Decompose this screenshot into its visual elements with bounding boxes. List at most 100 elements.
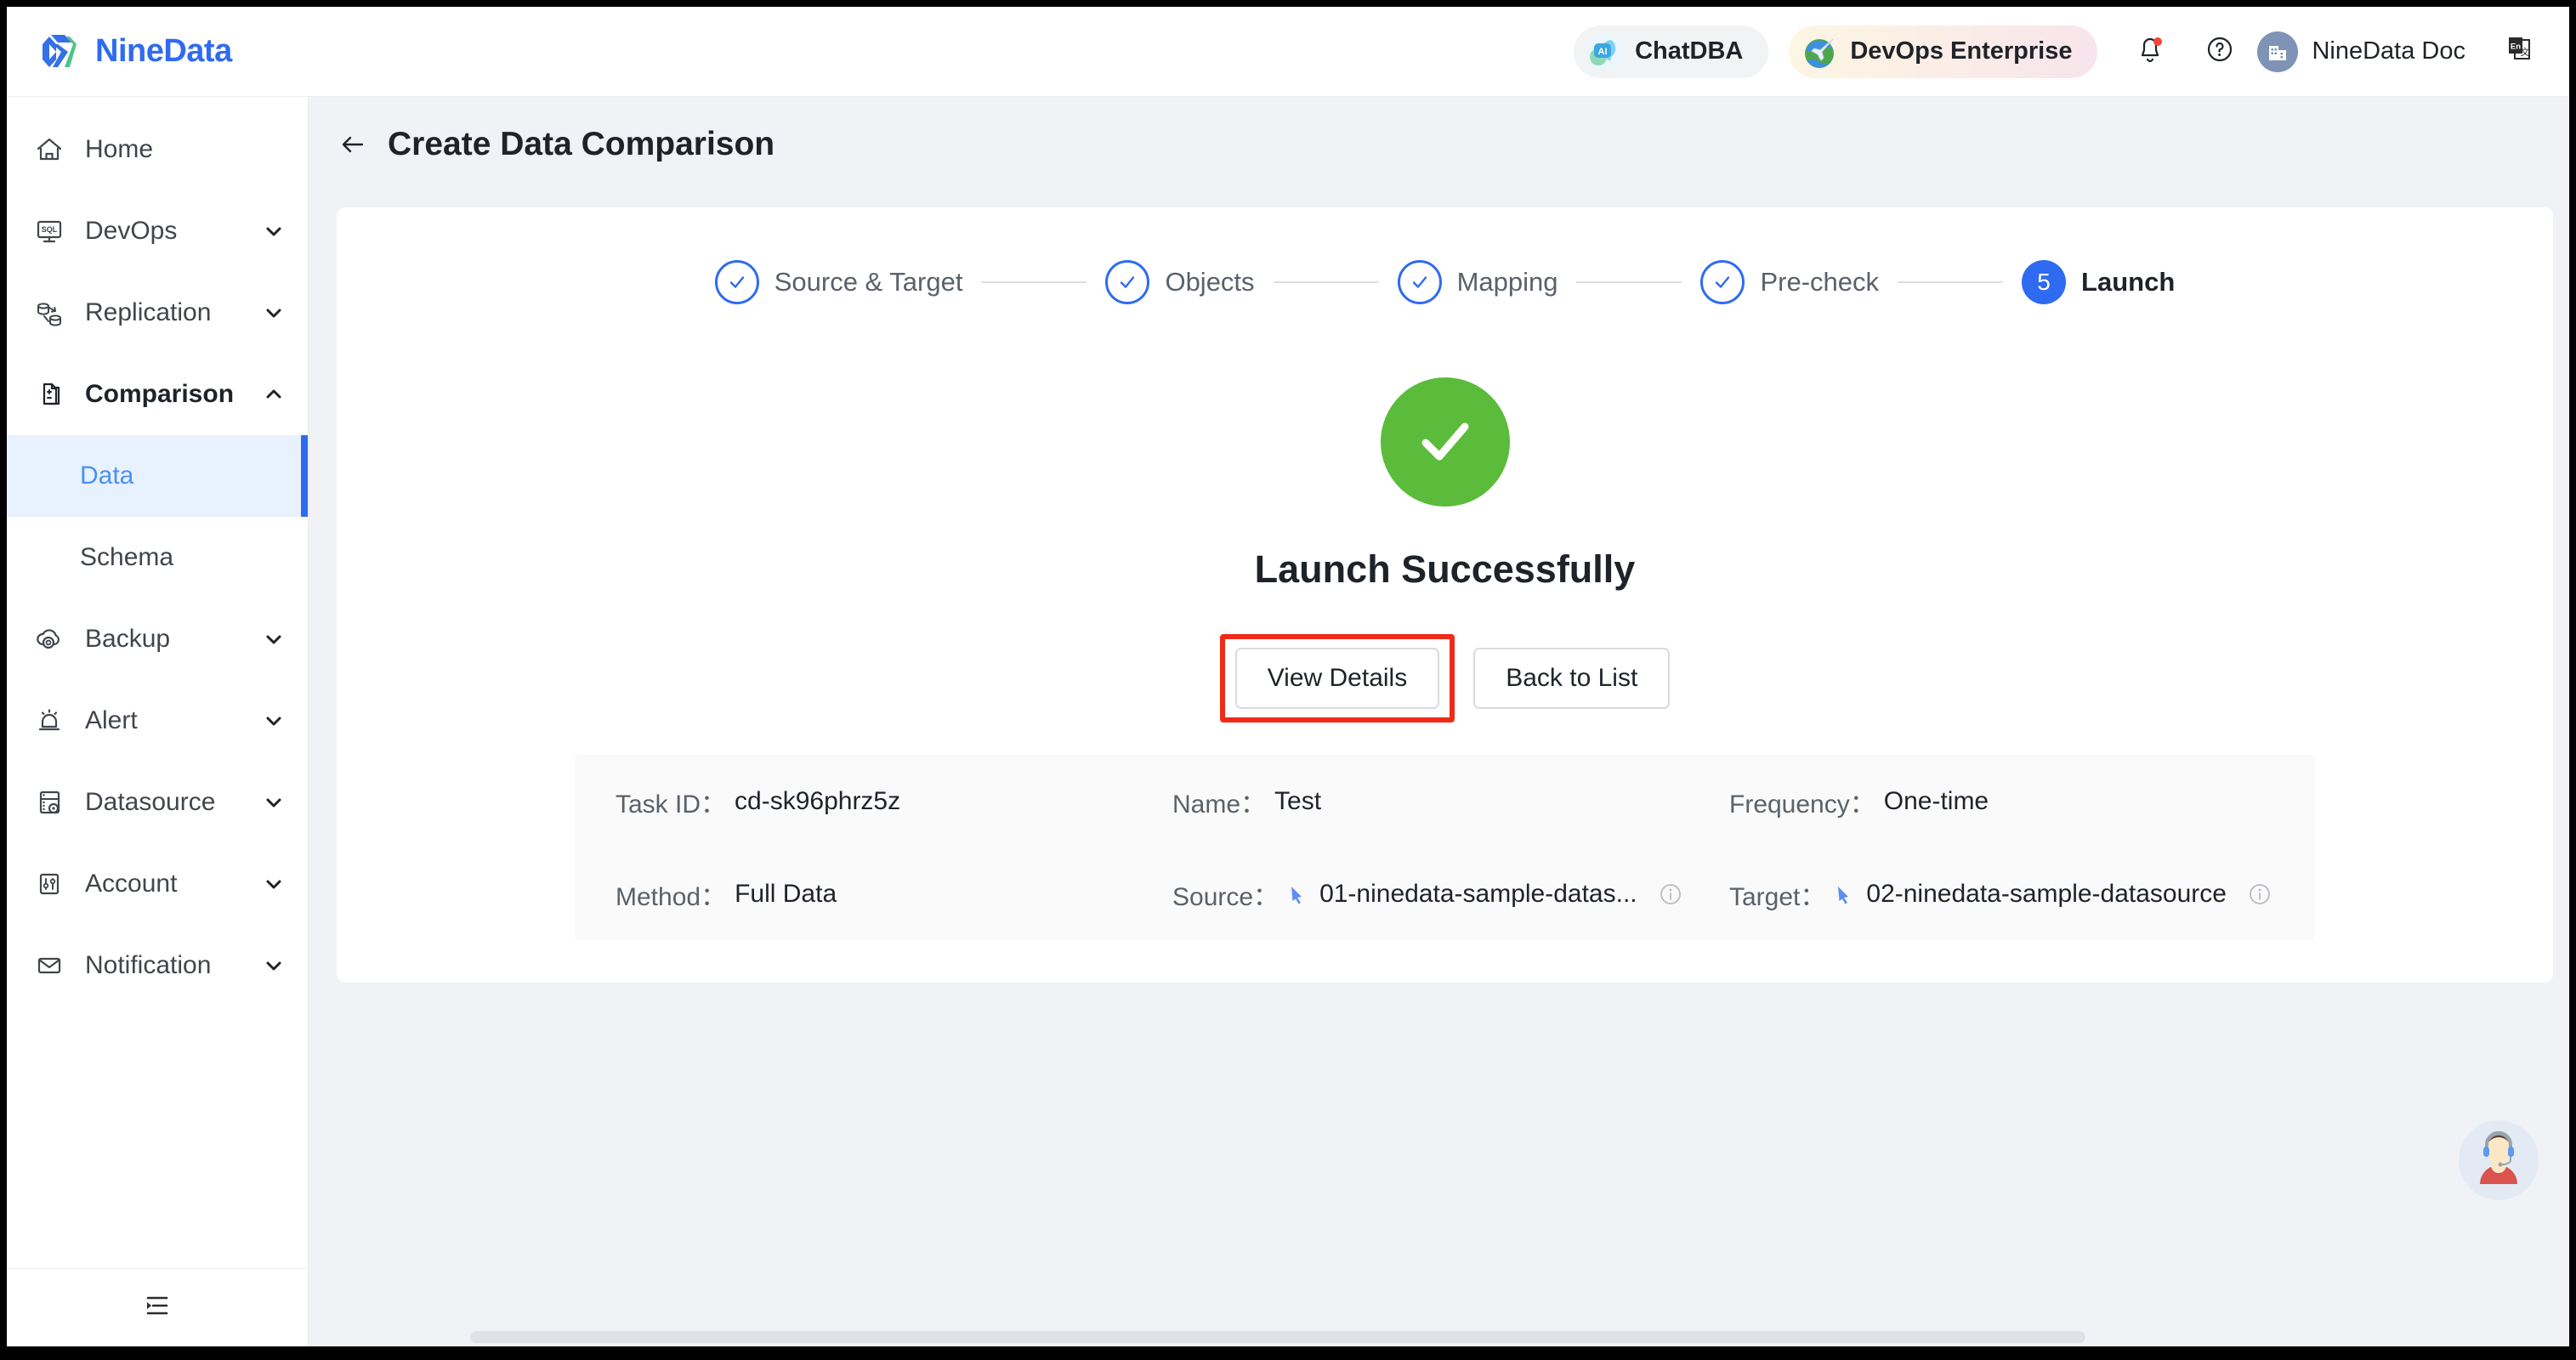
devops-enterprise-button[interactable]: DevOps Enterprise	[1789, 25, 2098, 78]
sidebar-item-label: Account	[85, 870, 178, 898]
sidebar-item-label: Alert	[85, 706, 138, 734]
brand-logo[interactable]: NineData	[39, 33, 232, 71]
help-button[interactable]	[2196, 28, 2244, 76]
sidebar-item-replication[interactable]: Replication	[7, 272, 308, 354]
sidebar-subitem-label: Data	[80, 462, 134, 490]
target-label: Target：	[1729, 882, 1826, 911]
step-source-target[interactable]: Source & Target	[714, 260, 963, 304]
sidebar-nav-list: Home SQL DevOps Replication Comparison D…	[7, 97, 308, 1006]
step-objects[interactable]: Objects	[1105, 260, 1255, 304]
step-connector	[981, 281, 1087, 283]
devops-label: DevOps Enterprise	[1850, 37, 2073, 65]
step-label: Objects	[1165, 267, 1255, 297]
building-icon	[2257, 31, 2299, 72]
step-label: Source & Target	[774, 267, 963, 297]
info-circle-icon[interactable]	[2247, 881, 2272, 907]
bell-icon	[2133, 32, 2167, 71]
sidebar-item-devops[interactable]: SQL DevOps	[7, 190, 308, 272]
back-arrow-icon[interactable]	[337, 128, 369, 161]
step-mapping[interactable]: Mapping	[1397, 260, 1558, 304]
sidebar-item-datasource[interactable]: Datasource	[7, 762, 308, 843]
step-check-icon	[714, 260, 759, 304]
organization-name: NineData Doc	[2312, 37, 2465, 65]
target-value: 02-ninedata-sample-datasource	[1866, 879, 2227, 908]
step-launch[interactable]: 5 Launch	[2022, 260, 2175, 304]
wizard-stepper: Source & Target Objects Mapping Pre-chec…	[337, 260, 2553, 304]
customer-support-button[interactable]	[2459, 1120, 2539, 1200]
datasource-server-icon	[32, 785, 66, 819]
chatdba-button[interactable]: AI ChatDBA	[1574, 25, 1769, 78]
source-field: Source： 01-ninedata-sample-datas...	[1172, 876, 1729, 913]
step-label: Mapping	[1456, 267, 1558, 297]
chevron-down-icon	[262, 219, 286, 243]
success-title: Launch Successfully	[1254, 547, 1636, 591]
step-connector	[1898, 281, 2004, 283]
step-check-icon	[1700, 260, 1745, 304]
top-header-bar: NineData AI ChatDBA DevOps Enterprise Ni…	[7, 7, 2569, 97]
chevron-down-icon	[262, 627, 286, 651]
sidebar-item-data[interactable]: Data	[7, 435, 308, 517]
back-to-list-button[interactable]: Back to List	[1473, 648, 1671, 709]
chevron-down-icon	[262, 709, 286, 733]
sidebar-item-notification[interactable]: Notification	[7, 925, 308, 1006]
app-window: NineData AI ChatDBA DevOps Enterprise Ni…	[7, 7, 2569, 1346]
header-actions: AI ChatDBA DevOps Enterprise NineData Do…	[1574, 25, 2544, 78]
alarm-icon	[32, 704, 66, 738]
task-id-value: cd-sk96phrz5z	[735, 786, 901, 815]
sidebar-item-label: Notification	[85, 951, 212, 979]
info-circle-icon[interactable]	[1658, 881, 1683, 907]
sidebar-item-label: Backup	[85, 625, 171, 653]
sidebar-item-alert[interactable]: Alert	[7, 680, 308, 762]
svg-text:AI: AI	[1598, 47, 1608, 57]
name-field: Name： Test	[1172, 783, 1729, 820]
replication-icon	[32, 296, 66, 330]
sidebar-item-comparison[interactable]: Comparison	[7, 354, 308, 435]
svg-text:文: 文	[2521, 46, 2530, 58]
source-label: Source：	[1172, 882, 1279, 911]
sidebar-collapse-button[interactable]	[7, 1268, 308, 1346]
sidebar-item-backup[interactable]: Backup	[7, 598, 308, 680]
translate-icon: En 文	[2502, 31, 2538, 71]
globe-plane-icon	[1801, 33, 1838, 71]
view-details-button[interactable]: View Details	[1234, 648, 1440, 709]
frequency-value: One-time	[1883, 786, 1989, 815]
notification-bell-button[interactable]	[2126, 28, 2174, 76]
frequency-label: Frequency：	[1729, 790, 1875, 819]
step-label: Pre-check	[1760, 267, 1880, 297]
brand-name: NineData	[95, 33, 232, 69]
task-summary-panel: Task ID： cd-sk96phrz5z Name： Test Freque…	[575, 755, 2315, 940]
step-label: Launch	[2081, 267, 2176, 297]
sidebar-item-label: Home	[85, 135, 154, 163]
language-switch-button[interactable]: En 文	[2496, 28, 2544, 76]
horizontal-scrollbar-thumb[interactable]	[470, 1331, 2085, 1343]
method-value: Full Data	[735, 879, 837, 908]
organization-selector[interactable]: NineData Doc	[2257, 31, 2465, 72]
envelope-icon	[32, 949, 66, 983]
sidebar-item-home[interactable]: Home	[7, 109, 308, 190]
step-check-icon	[1105, 260, 1150, 304]
sidebar-item-label: DevOps	[85, 217, 178, 245]
step-pre-check[interactable]: Pre-check	[1700, 260, 1879, 304]
sidebar-item-schema[interactable]: Schema	[7, 517, 308, 598]
datasource-link-icon	[1834, 882, 1858, 906]
method-label: Method：	[616, 882, 727, 911]
method-field: Method： Full Data	[616, 876, 1172, 913]
chatdba-label: ChatDBA	[1635, 37, 1744, 65]
cloud-backup-icon	[32, 622, 66, 656]
chevron-down-icon	[262, 301, 286, 325]
step-connector	[1576, 281, 1682, 283]
question-circle-icon	[2203, 32, 2237, 71]
chevron-down-icon	[262, 872, 286, 896]
left-sidebar: Home SQL DevOps Replication Comparison D…	[7, 97, 309, 1346]
chevron-down-icon	[262, 790, 286, 814]
sidebar-item-account[interactable]: Account	[7, 843, 308, 925]
result-actions: View Details Back to List	[337, 634, 2553, 722]
horizontal-scrollbar[interactable]	[309, 1328, 2569, 1346]
step-connector	[1273, 281, 1379, 283]
highlight-box: View Details	[1219, 634, 1455, 722]
customer-service-agent-icon	[2465, 1125, 2533, 1197]
target-field: Target： 02-ninedata-sample-datasource	[1729, 876, 2315, 913]
comparison-doc-icon	[32, 377, 66, 411]
frequency-field: Frequency： One-time	[1729, 783, 2315, 820]
sql-monitor-icon: SQL	[32, 214, 66, 248]
